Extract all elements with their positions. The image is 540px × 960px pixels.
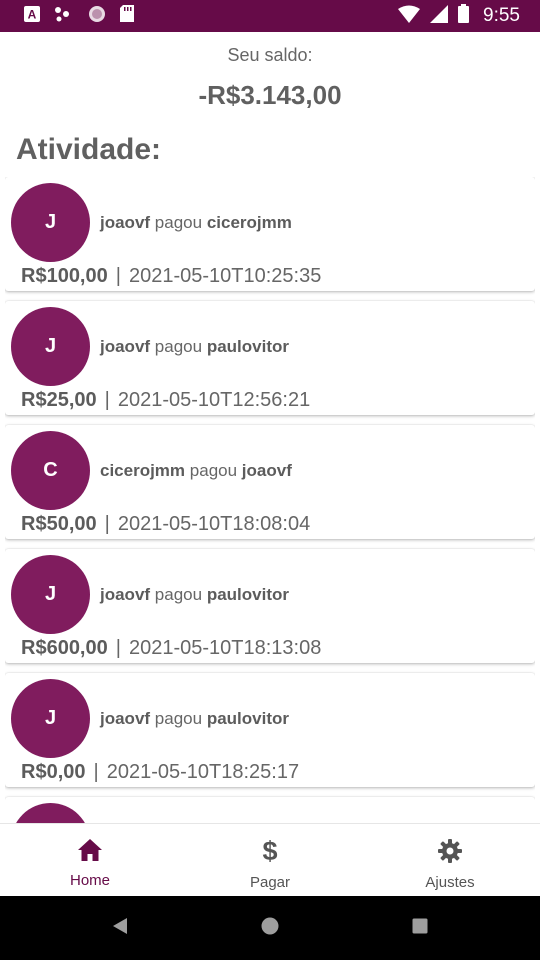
separator: | <box>93 761 99 783</box>
transaction-verb: pagou <box>154 337 203 356</box>
transaction-amount: R$25,00 <box>21 389 97 411</box>
status-bar: A 9:55 <box>0 0 540 32</box>
transaction-verb: pagou <box>154 585 203 604</box>
svg-text:$: $ <box>262 838 277 864</box>
transaction-meta: R$600,00 | 2021-05-10T18:13:08 <box>21 637 321 660</box>
payer-name: joaovf <box>100 213 151 232</box>
transaction-verb: pagou <box>154 213 203 232</box>
activity-card[interactable]: J joaovf pagou paulovitor R$25,00 | 2021-0… <box>5 301 535 415</box>
circle-icon <box>88 5 106 28</box>
payee-name: joaovf <box>241 461 292 480</box>
activity-title: Atividade: <box>16 133 162 166</box>
payee-name: cicerojmm <box>206 213 292 232</box>
svg-text:A: A <box>28 7 37 21</box>
payer-name: cicerojmm <box>100 461 186 480</box>
activity-card[interactable]: J joaovf pagou paulovitor R$600,00 | 2021-… <box>5 549 535 663</box>
dollar-icon: $ <box>260 836 280 869</box>
nav-pagar-label: Pagar <box>249 874 291 891</box>
avatar: J <box>11 183 90 262</box>
activity-list[interactable]: J joaovf pagou cicerojmm R$100,00 | 2021-0… <box>5 177 535 823</box>
avatar <box>11 803 90 823</box>
payee-name: paulovitor <box>206 709 289 728</box>
transaction-meta: R$100,00 | 2021-05-10T10:25:35 <box>21 265 321 288</box>
recents-button[interactable] <box>345 918 495 939</box>
dots-icon <box>54 6 74 27</box>
home-icon <box>77 838 103 867</box>
payer-name: joaovf <box>100 709 151 728</box>
activity-card[interactable] <box>5 797 535 823</box>
transaction-amount: R$100,00 <box>21 265 108 287</box>
activity-card[interactable]: J joaovf pagou cicerojmm R$100,00 | 2021-0… <box>5 177 535 291</box>
balance-value: -R$3.143,00 <box>198 80 342 110</box>
nav-ajustes-label: Ajustes <box>425 874 475 891</box>
avatar: J <box>11 679 90 758</box>
transaction-description: joaovf pagou paulovitor <box>100 337 289 357</box>
system-nav-bar <box>0 896 540 960</box>
transaction-meta: R$25,00 | 2021-05-10T12:56:21 <box>21 389 310 412</box>
avatar: C <box>11 431 90 510</box>
status-time: 9:55 <box>483 5 520 26</box>
transaction-description: joaovf pagou cicerojmm <box>100 213 292 233</box>
signal-icon <box>430 4 449 28</box>
transaction-timestamp: 2021-05-10T18:08:04 <box>117 513 311 535</box>
transaction-verb: pagou <box>189 461 238 480</box>
transaction-meta: R$0,00 | 2021-05-10T18:25:17 <box>21 761 299 784</box>
transaction-amount: R$0,00 <box>21 761 86 783</box>
transaction-amount: R$600,00 <box>21 637 108 659</box>
transaction-amount: R$50,00 <box>21 513 97 535</box>
payer-name: joaovf <box>100 585 151 604</box>
nav-home-label: Home <box>69 872 110 889</box>
a-box-icon: A <box>24 5 40 27</box>
payer-name: joaovf <box>100 337 151 356</box>
separator: | <box>104 389 110 411</box>
payee-name: paulovitor <box>206 337 289 356</box>
nav-home[interactable]: Home <box>0 824 180 896</box>
back-button[interactable] <box>45 917 195 940</box>
transaction-timestamp: 2021-05-10T18:25:17 <box>106 761 300 783</box>
payee-name: paulovitor <box>206 585 289 604</box>
transaction-description: joaovf pagou paulovitor <box>100 585 289 605</box>
separator: | <box>104 513 110 535</box>
transaction-description: joaovf pagou paulovitor <box>100 709 289 729</box>
activity-card[interactable]: C cicerojmm pagou joaovf R$50,00 | 2021-05… <box>5 425 535 539</box>
transaction-timestamp: 2021-05-10T12:56:21 <box>117 389 311 411</box>
battery-icon <box>458 4 470 28</box>
separator: | <box>115 637 121 659</box>
recents-square-icon <box>412 918 428 939</box>
transaction-timestamp: 2021-05-10T18:13:08 <box>128 637 322 659</box>
gear-icon <box>437 838 463 869</box>
separator: | <box>115 265 121 287</box>
balance-label: Seu saldo: <box>227 45 313 65</box>
avatar: J <box>11 307 90 386</box>
back-triangle-icon <box>112 917 128 940</box>
sd-card-icon <box>120 5 134 27</box>
activity-card[interactable]: J joaovf pagou paulovitor R$0,00 | 2021-05… <box>5 673 535 787</box>
nav-pagar[interactable]: $ Pagar <box>180 824 360 896</box>
home-circle-icon <box>261 917 279 940</box>
transaction-description: cicerojmm pagou joaovf <box>100 461 292 481</box>
avatar: J <box>11 555 90 634</box>
transaction-timestamp: 2021-05-10T10:25:35 <box>128 265 322 287</box>
transaction-meta: R$50,00 | 2021-05-10T18:08:04 <box>21 513 310 536</box>
transaction-verb: pagou <box>154 709 203 728</box>
wifi-icon <box>398 5 421 28</box>
nav-ajustes[interactable]: Ajustes <box>360 824 540 896</box>
bottom-nav: Home $ Pagar Ajustes <box>0 823 540 896</box>
home-system-button[interactable] <box>195 917 345 940</box>
